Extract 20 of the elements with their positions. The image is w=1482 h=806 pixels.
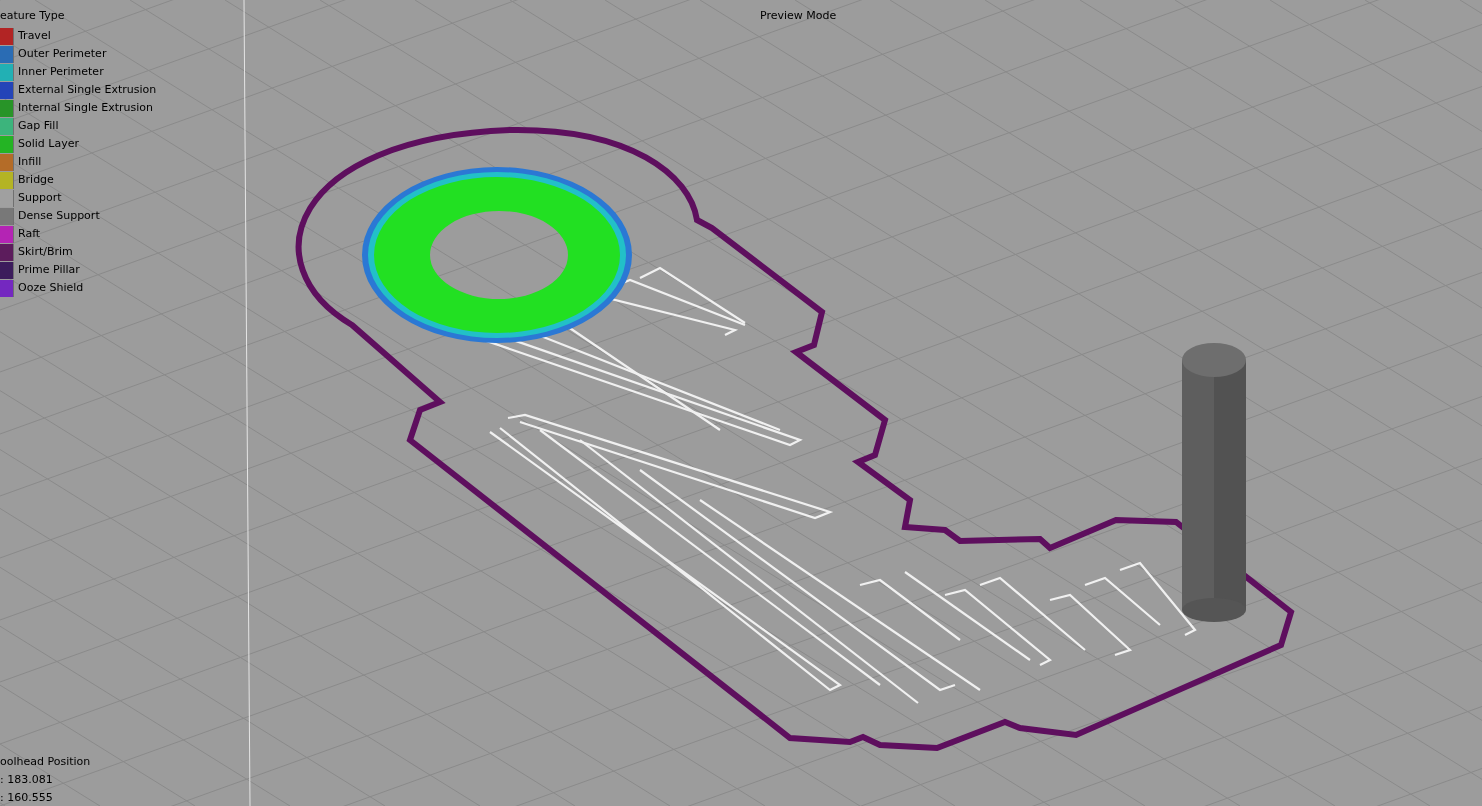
legend-label: Skirt/Brim (18, 245, 73, 259)
legend-label: Infill (18, 155, 42, 169)
legend-label: Inner Perimeter (18, 65, 104, 79)
legend-label: Internal Single Extrusion (18, 101, 153, 115)
toolhead-title: oolhead Position (0, 755, 91, 770)
legend-label: Dense Support (18, 209, 100, 223)
legend-label: Solid Layer (18, 137, 79, 151)
legend-label: Travel (18, 29, 51, 43)
mode-label: Preview Mode (760, 9, 837, 23)
legend-label: External Single Extrusion (18, 83, 157, 97)
legend-label: Ooze Shield (18, 281, 84, 295)
legend-label: Bridge (18, 173, 54, 187)
legend-title: eature Type (0, 9, 66, 24)
legend-label: Outer Perimeter (18, 47, 107, 61)
legend-label: Support (18, 191, 62, 205)
toolhead-coordinate: : 160.555 (0, 791, 54, 806)
legend-label: Prime Pillar (18, 263, 80, 277)
legend-label: Gap Fill (18, 119, 59, 133)
legend-label: Raft (18, 227, 41, 241)
toolhead-coordinate: : 183.081 (0, 773, 54, 788)
